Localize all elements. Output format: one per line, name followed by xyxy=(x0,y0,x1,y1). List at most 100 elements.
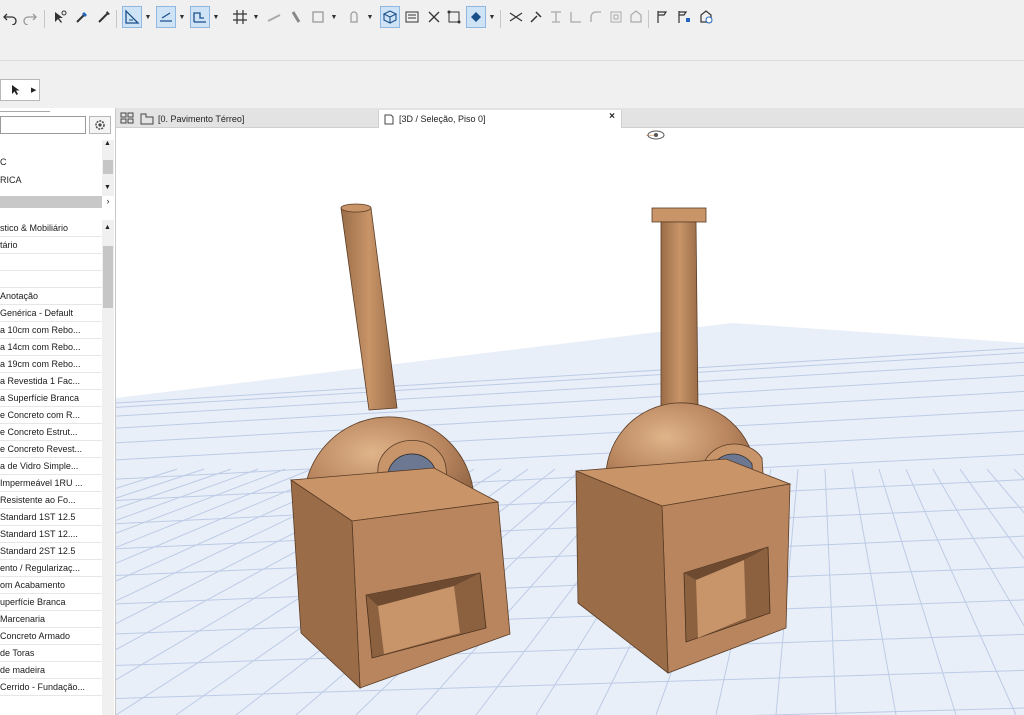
redo-icon[interactable] xyxy=(20,6,40,28)
separator xyxy=(648,10,649,28)
flag-icon[interactable] xyxy=(652,6,672,28)
list-item[interactable]: Impermeável 1RU ... xyxy=(0,475,102,492)
scrollbar[interactable]: ▲ xyxy=(102,220,114,715)
list-item[interactable]: Standard 2ST 12.5 xyxy=(0,543,102,560)
list-item[interactable]: ento / Regularizaç... xyxy=(0,560,102,577)
list-item[interactable]: Standard 1ST 12.5 xyxy=(0,509,102,526)
chevron-down-icon[interactable]: ▼ xyxy=(212,10,220,24)
list-item[interactable]: a 19cm com Rebo... xyxy=(0,356,102,373)
chevron-up-icon[interactable]: ▲ xyxy=(104,224,111,231)
chevron-down-icon[interactable]: ▼ xyxy=(144,10,152,24)
tab-overview-icon[interactable] xyxy=(120,112,134,126)
fillet-icon[interactable] xyxy=(586,6,606,28)
adjust-icon[interactable] xyxy=(526,6,546,28)
navigator-panel: C RICA ▲ ▼ › stico & Mobiliário tário An… xyxy=(0,108,116,715)
list-item[interactable]: om Acabamento xyxy=(0,577,102,594)
list-item[interactable]: a Superfície Branca xyxy=(0,390,102,407)
inject-icon[interactable] xyxy=(94,6,114,28)
list-item[interactable]: Concreto Armado xyxy=(0,628,102,645)
mirror-icon[interactable] xyxy=(626,6,646,28)
chevron-down-icon[interactable]: ▼ xyxy=(104,184,111,191)
list-item[interactable]: e Concreto com R... xyxy=(0,407,102,424)
tree-item[interactable]: C xyxy=(0,154,7,170)
tab-label: [3D / Seleção, Piso 0] xyxy=(399,114,486,124)
view-indicator[interactable]: ---- xyxy=(646,130,665,140)
attribute-list: stico & Mobiliário tário Anotação Genéri… xyxy=(0,220,102,715)
layout-icon[interactable] xyxy=(264,6,284,28)
chevron-right-icon: ▶ xyxy=(31,87,37,94)
list-item[interactable]: a 10cm com Rebo... xyxy=(0,322,102,339)
flag-floor-icon[interactable] xyxy=(674,6,694,28)
arrow-icon xyxy=(12,85,20,95)
search-input[interactable] xyxy=(0,116,86,134)
chevron-down-icon[interactable]: ▼ xyxy=(252,10,260,24)
gravity-icon[interactable] xyxy=(344,6,364,28)
tab-3d-view[interactable]: [3D / Seleção, Piso 0] × xyxy=(378,110,622,128)
chevron-right-icon[interactable]: › xyxy=(102,194,114,208)
list-item[interactable]: Anotação xyxy=(0,288,102,305)
close-icon[interactable]: × xyxy=(609,111,615,122)
3d-window-icon[interactable] xyxy=(380,6,400,28)
move-icon[interactable] xyxy=(424,6,444,28)
list-item[interactable]: e Concreto Estrut... xyxy=(0,424,102,441)
section-icon[interactable] xyxy=(308,6,328,28)
separator xyxy=(116,10,117,28)
cutting-plane-icon[interactable] xyxy=(402,6,422,28)
floor-icon[interactable] xyxy=(190,6,210,28)
list-item[interactable]: Standard 1ST 12.... xyxy=(0,526,102,543)
chevron-up-icon[interactable]: ▲ xyxy=(104,140,111,147)
3d-scene xyxy=(116,203,1024,715)
list-item[interactable]: e Concreto Revest... xyxy=(0,441,102,458)
tab-label: [0. Pavimento Térreo] xyxy=(158,114,245,124)
offset-icon[interactable] xyxy=(606,6,626,28)
stretch-icon[interactable] xyxy=(444,6,464,28)
list-item[interactable] xyxy=(0,254,102,271)
undo-icon[interactable] xyxy=(0,6,20,28)
list-item[interactable]: stico & Mobiliário xyxy=(0,220,102,237)
3d-view-icon xyxy=(384,114,394,125)
split-icon[interactable] xyxy=(506,6,526,28)
list-item[interactable]: Resistente ao Fo... xyxy=(0,492,102,509)
archicad-window: ▼ ▼ ▼ ▼ ▼ ▼ ▼ ▶ C RICA ▲ ▼ › stico & Mob… xyxy=(0,0,1024,715)
toolbar-row: ▼ ▼ ▼ ▼ ▼ ▼ ▼ xyxy=(0,4,1024,30)
tab-floor-plan[interactable]: [0. Pavimento Térreo] xyxy=(140,110,380,128)
list-item[interactable]: tário xyxy=(0,237,102,254)
scrollbar-thumb[interactable] xyxy=(103,160,113,174)
list-item[interactable] xyxy=(0,271,102,288)
chevron-down-icon[interactable]: ▼ xyxy=(330,10,338,24)
find-select-icon[interactable] xyxy=(50,6,70,28)
floor-plan-icon xyxy=(140,113,154,125)
panel-grip[interactable] xyxy=(0,111,50,112)
chevron-down-icon[interactable]: ▼ xyxy=(366,10,374,24)
trim-icon[interactable] xyxy=(546,6,566,28)
arrow-tool-button[interactable]: ▶ xyxy=(0,79,40,101)
tab-bar: [0. Pavimento Térreo] [3D / Seleção, Pis… xyxy=(116,108,1024,128)
layer-icon[interactable] xyxy=(156,6,176,28)
list-item[interactable]: a Revestida 1 Fac... xyxy=(0,373,102,390)
list-item[interactable]: a 14cm com Rebo... xyxy=(0,339,102,356)
chevron-down-icon[interactable]: ▼ xyxy=(178,10,186,24)
list-item[interactable]: de Toras xyxy=(0,645,102,662)
rotate-icon[interactable] xyxy=(466,6,486,28)
list-item[interactable]: uperfície Branca xyxy=(0,594,102,611)
list-item[interactable]: Genérica - Default xyxy=(0,305,102,322)
list-item[interactable]: Marcenaria xyxy=(0,611,102,628)
trace-icon[interactable] xyxy=(122,6,142,28)
horizontal-scrollbar[interactable] xyxy=(0,196,102,208)
scrollbar-thumb[interactable] xyxy=(103,246,113,308)
scrollbar[interactable]: ▲ ▼ xyxy=(102,140,114,196)
hatch-icon[interactable] xyxy=(286,6,306,28)
list-item[interactable]: a de Vidro Simple... xyxy=(0,458,102,475)
gear-icon[interactable] xyxy=(89,116,111,134)
publish-icon[interactable] xyxy=(696,6,716,28)
list-item[interactable]: Cerrido - Fundação... xyxy=(0,679,102,696)
3d-viewport[interactable]: ---- xyxy=(116,128,1024,715)
eye-icon[interactable] xyxy=(646,130,666,140)
grid-icon[interactable] xyxy=(230,6,250,28)
eyedropper-icon[interactable] xyxy=(72,6,92,28)
chevron-down-icon[interactable]: ▼ xyxy=(488,10,496,24)
tree-item[interactable]: RICA xyxy=(0,172,22,188)
separator xyxy=(500,10,501,28)
list-item[interactable]: de madeira xyxy=(0,662,102,679)
intersect-icon[interactable] xyxy=(566,6,586,28)
